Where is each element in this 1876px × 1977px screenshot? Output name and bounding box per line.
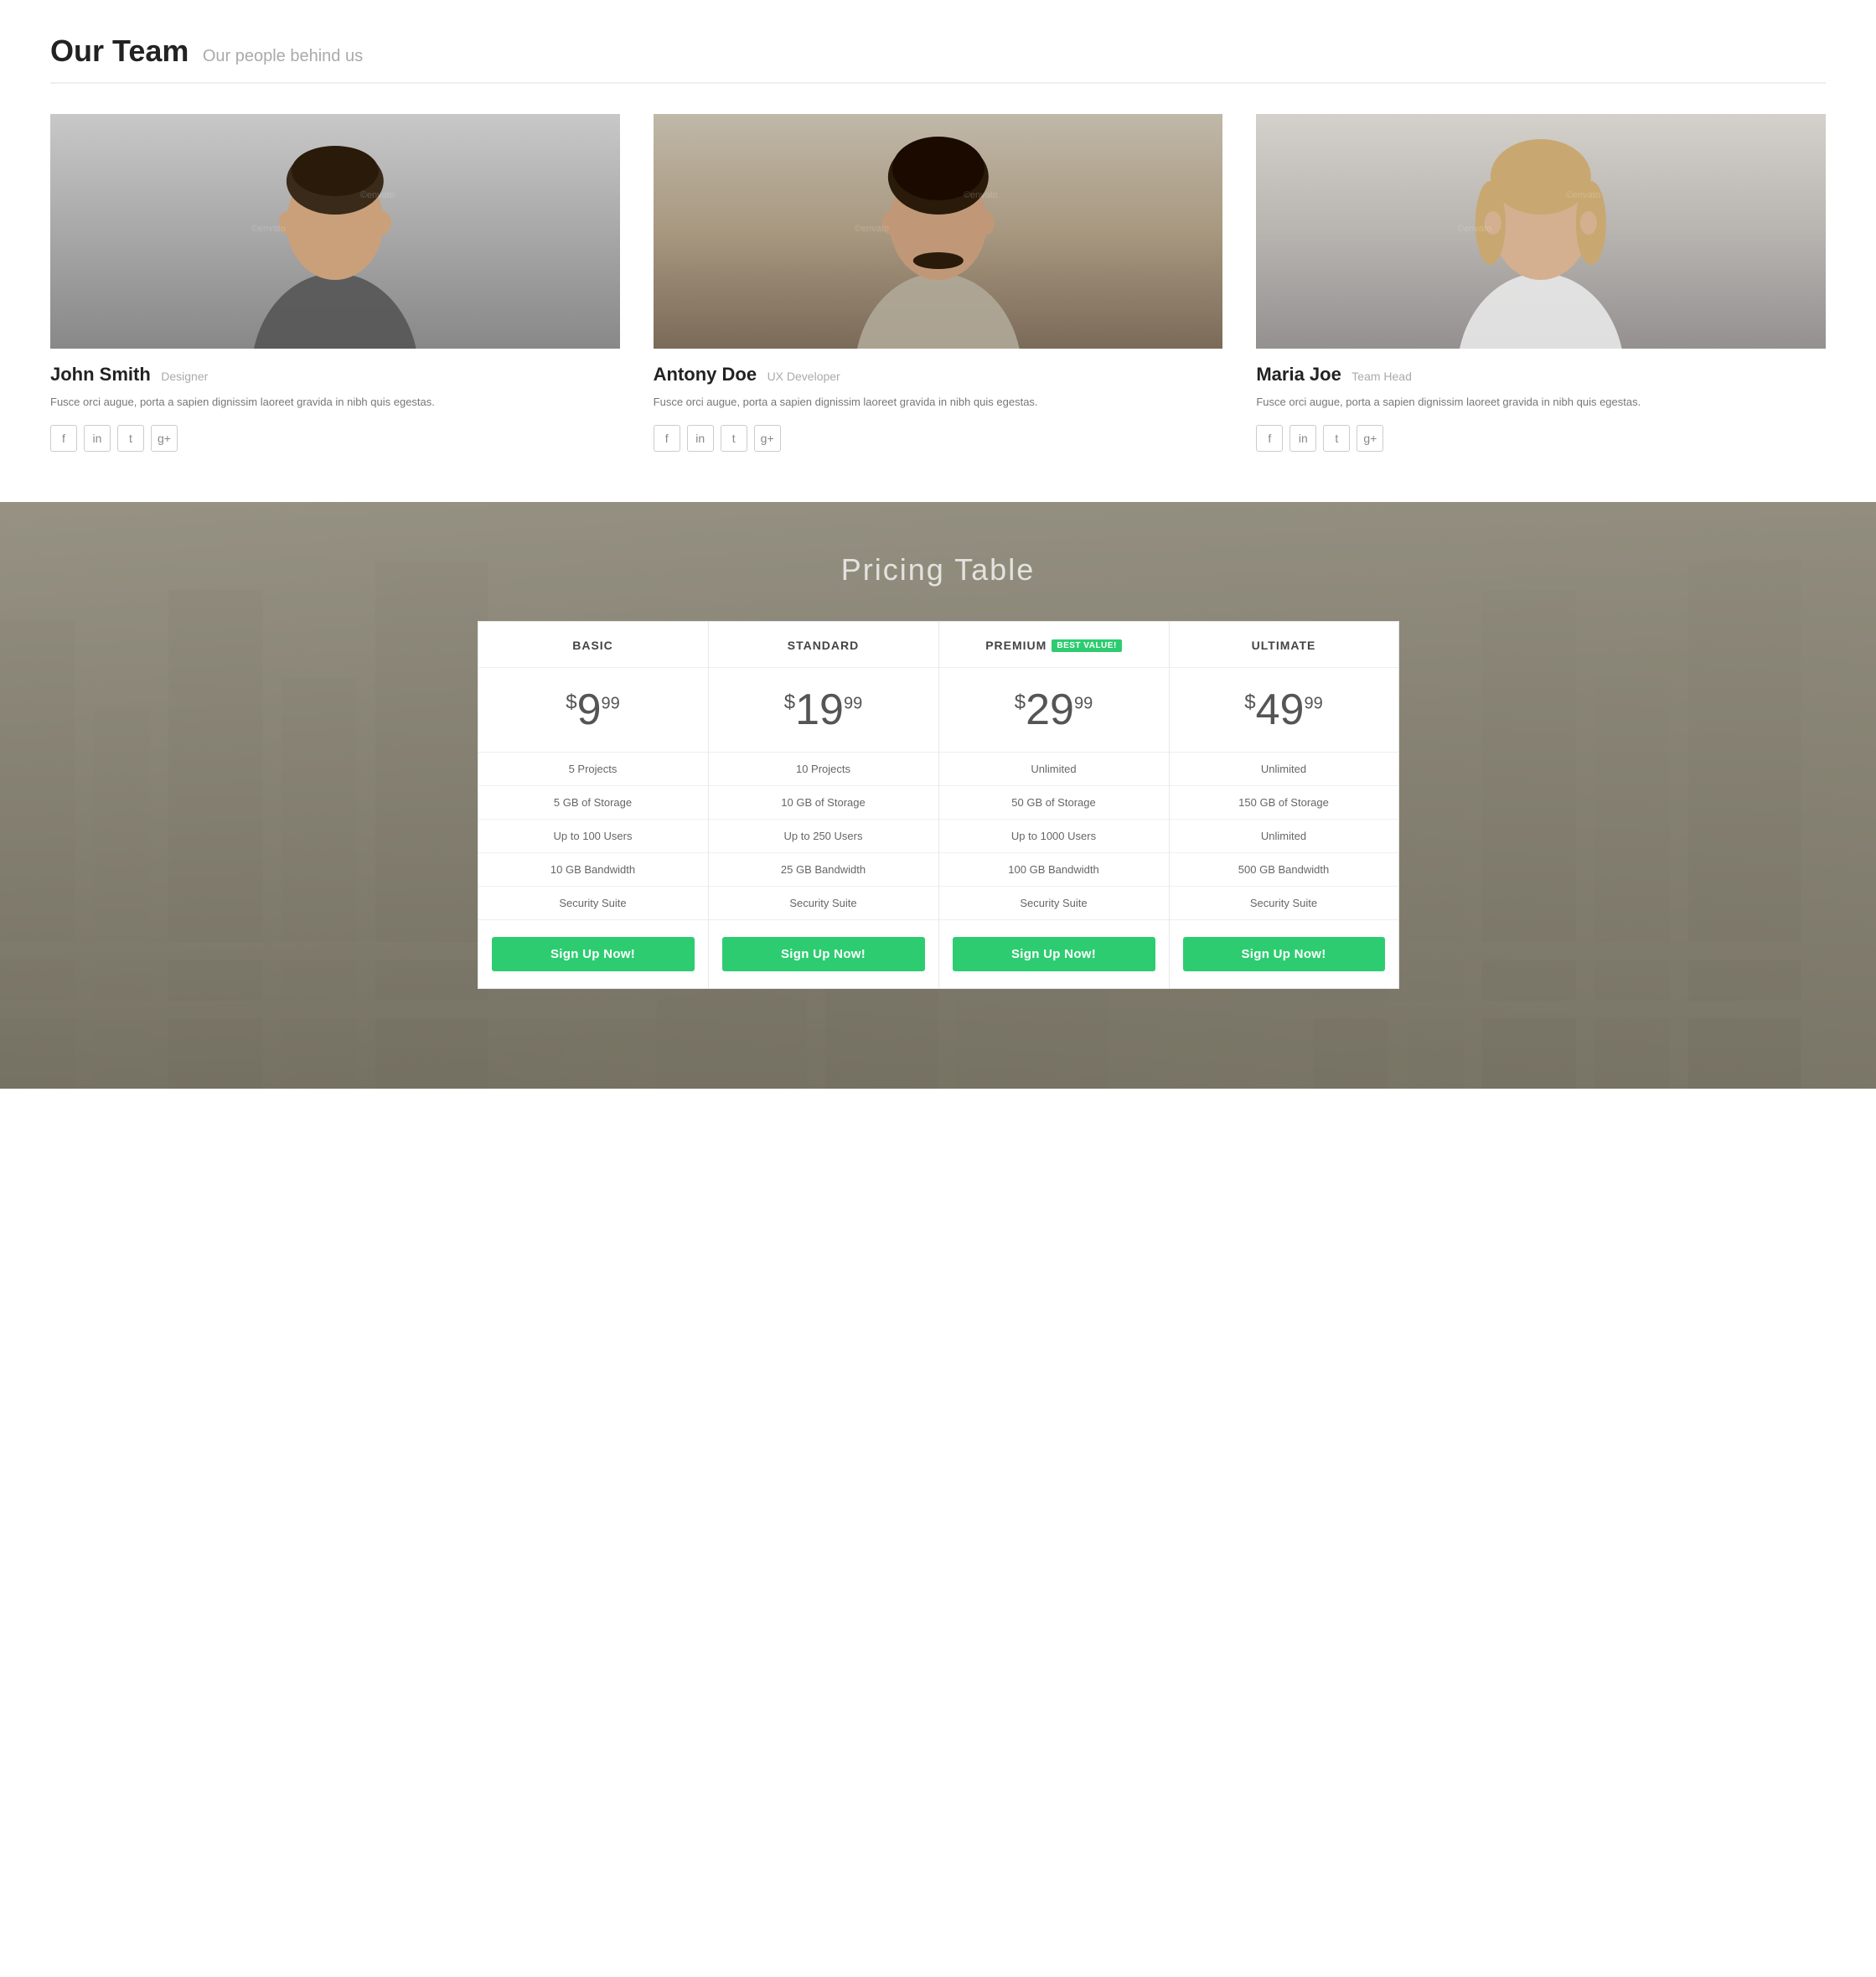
card-header-ultimate: ULTIMATE	[1170, 622, 1398, 668]
card-header-premium: PREMIUM BEST VALUE!	[939, 622, 1169, 668]
cta-standard: Sign Up Now!	[709, 920, 938, 988]
pricing-amount-standard: $1999	[709, 668, 938, 753]
googleplus-icon-maria[interactable]: g+	[1357, 425, 1383, 452]
feature-ultimate-2: Unlimited	[1170, 820, 1398, 853]
feature-standard-4: Security Suite	[709, 887, 938, 919]
feature-basic-0: 5 Projects	[478, 753, 708, 786]
pricing-amount-premium: $2999	[939, 668, 1169, 753]
member-bio-john: Fusce orci augue, porta a sapien digniss…	[50, 394, 620, 411]
twitter-icon-antony[interactable]: t	[721, 425, 747, 452]
plan-name-premium: PREMIUM	[985, 639, 1047, 652]
team-member-antony: ©envato ©envato Antony Doe UX Developer …	[654, 114, 1223, 452]
plan-name-ultimate: ULTIMATE	[1252, 639, 1316, 652]
feature-standard-3: 25 GB Bandwidth	[709, 853, 938, 887]
pricing-amount-ultimate: $4999	[1170, 668, 1398, 753]
signup-button-premium[interactable]: Sign Up Now!	[953, 937, 1155, 971]
feature-premium-0: Unlimited	[939, 753, 1169, 786]
price-ultimate: $4999	[1178, 688, 1390, 732]
card-header-standard: STANDARD	[709, 622, 938, 668]
social-icons-antony: f in t g+	[654, 425, 1223, 452]
team-grid: ©envato ©envato John Smith Designer Fusc…	[50, 114, 1826, 452]
googleplus-icon-john[interactable]: g+	[151, 425, 178, 452]
feature-standard-1: 10 GB of Storage	[709, 786, 938, 820]
feature-basic-4: Security Suite	[478, 887, 708, 919]
cta-premium: Sign Up Now!	[939, 920, 1169, 988]
feature-premium-3: 100 GB Bandwidth	[939, 853, 1169, 887]
feature-ultimate-3: 500 GB Bandwidth	[1170, 853, 1398, 887]
pricing-card-premium: PREMIUM BEST VALUE! $2999 Unlimited 50 GB…	[938, 621, 1169, 989]
feature-ultimate-0: Unlimited	[1170, 753, 1398, 786]
signup-button-standard[interactable]: Sign Up Now!	[722, 937, 925, 971]
feature-premium-4: Security Suite	[939, 887, 1169, 919]
team-heading: Our Team	[50, 34, 189, 68]
features-basic: 5 Projects 5 GB of Storage Up to 100 Use…	[478, 753, 708, 920]
svg-text:©envato: ©envato	[251, 224, 286, 234]
linkedin-icon-antony[interactable]: in	[687, 425, 714, 452]
team-member-john: ©envato ©envato John Smith Designer Fusc…	[50, 114, 620, 452]
pricing-section: Pricing Table BASIC $999 5 Projects 5 GB…	[0, 502, 1876, 1089]
cta-basic: Sign Up Now!	[478, 920, 708, 988]
price-basic: $999	[487, 688, 700, 732]
feature-ultimate-1: 150 GB of Storage	[1170, 786, 1398, 820]
social-icons-maria: f in t g+	[1256, 425, 1826, 452]
feature-basic-2: Up to 100 Users	[478, 820, 708, 853]
price-premium: $2999	[948, 688, 1160, 732]
facebook-icon-john[interactable]: f	[50, 425, 77, 452]
googleplus-icon-antony[interactable]: g+	[754, 425, 781, 452]
facebook-icon-maria[interactable]: f	[1256, 425, 1283, 452]
pricing-card-ultimate: ULTIMATE $4999 Unlimited 150 GB of Stora…	[1169, 621, 1399, 989]
member-photo-antony: ©envato ©envato	[654, 114, 1223, 349]
signup-button-ultimate[interactable]: Sign Up Now!	[1183, 937, 1385, 971]
feature-standard-2: Up to 250 Users	[709, 820, 938, 853]
svg-text:©envato: ©envato	[854, 224, 888, 234]
svg-text:©envato: ©envato	[1457, 224, 1491, 234]
member-photo-john: ©envato ©envato	[50, 114, 620, 349]
plan-name-basic: BASIC	[572, 639, 613, 652]
plan-name-standard: STANDARD	[788, 639, 860, 652]
feature-basic-1: 5 GB of Storage	[478, 786, 708, 820]
facebook-icon-antony[interactable]: f	[654, 425, 680, 452]
pricing-title: Pricing Table	[34, 552, 1842, 587]
team-member-maria: ©envato ©envato Maria Joe Team Head Fusc…	[1256, 114, 1826, 452]
member-photo-maria: ©envato ©envato	[1256, 114, 1826, 349]
member-name-john: John Smith Designer	[50, 364, 620, 386]
member-name-maria: Maria Joe Team Head	[1256, 364, 1826, 386]
card-header-basic: BASIC	[478, 622, 708, 668]
feature-standard-0: 10 Projects	[709, 753, 938, 786]
svg-text:©envato: ©envato	[360, 190, 395, 200]
pricing-card-standard: STANDARD $1999 10 Projects 10 GB of Stor…	[708, 621, 938, 989]
svg-text:©envato: ©envato	[963, 190, 997, 200]
team-header: Our Team Our people behind us	[50, 34, 1826, 84]
price-standard: $1999	[717, 688, 930, 732]
best-value-badge: BEST VALUE!	[1052, 639, 1121, 652]
signup-button-basic[interactable]: Sign Up Now!	[492, 937, 695, 971]
features-premium: Unlimited 50 GB of Storage Up to 1000 Us…	[939, 753, 1169, 920]
member-bio-antony: Fusce orci augue, porta a sapien digniss…	[654, 394, 1223, 411]
feature-premium-2: Up to 1000 Users	[939, 820, 1169, 853]
feature-basic-3: 10 GB Bandwidth	[478, 853, 708, 887]
team-section: Our Team Our people behind us	[0, 0, 1876, 502]
pricing-card-basic: BASIC $999 5 Projects 5 GB of Storage Up…	[478, 621, 708, 989]
feature-premium-1: 50 GB of Storage	[939, 786, 1169, 820]
pricing-cards: BASIC $999 5 Projects 5 GB of Storage Up…	[478, 621, 1399, 989]
linkedin-icon-maria[interactable]: in	[1289, 425, 1316, 452]
features-standard: 10 Projects 10 GB of Storage Up to 250 U…	[709, 753, 938, 920]
member-bio-maria: Fusce orci augue, porta a sapien digniss…	[1256, 394, 1826, 411]
linkedin-icon-john[interactable]: in	[84, 425, 111, 452]
member-name-antony: Antony Doe UX Developer	[654, 364, 1223, 386]
svg-text:©envato: ©envato	[1566, 190, 1600, 200]
twitter-icon-maria[interactable]: t	[1323, 425, 1350, 452]
cta-ultimate: Sign Up Now!	[1170, 920, 1398, 988]
features-ultimate: Unlimited 150 GB of Storage Unlimited 50…	[1170, 753, 1398, 920]
feature-ultimate-4: Security Suite	[1170, 887, 1398, 919]
team-subtitle: Our people behind us	[203, 47, 363, 65]
social-icons-john: f in t g+	[50, 425, 620, 452]
twitter-icon-john[interactable]: t	[117, 425, 144, 452]
pricing-amount-basic: $999	[478, 668, 708, 753]
